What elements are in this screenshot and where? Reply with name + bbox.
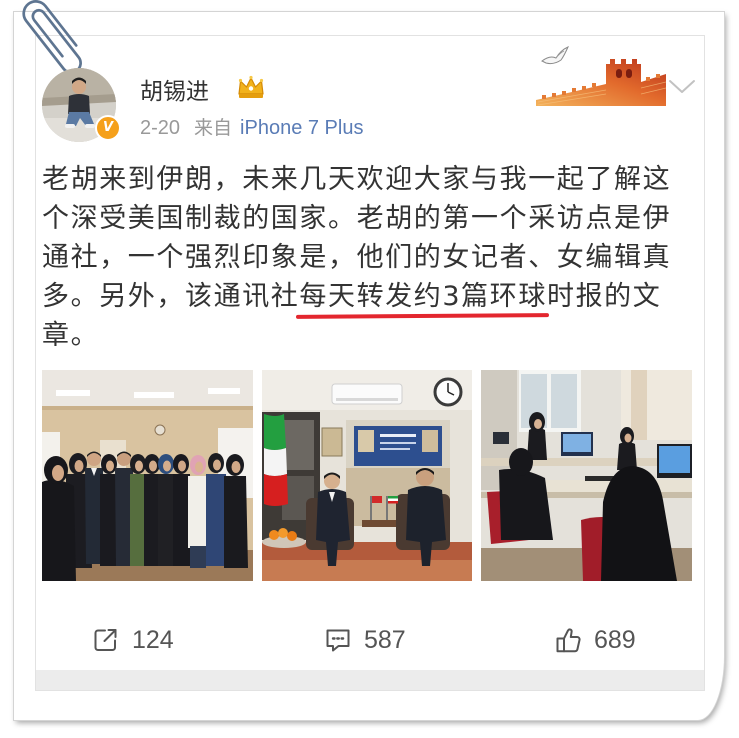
comment-count: 587 (364, 625, 406, 654)
source-prefix: 来自 (194, 117, 233, 139)
group-photo (42, 370, 253, 581)
post-image-2[interactable] (262, 370, 472, 581)
share-icon (94, 629, 117, 651)
post-text-line: 通社，一个强烈印象是，他们的女记者、女编辑真 (42, 242, 672, 273)
repost-button[interactable]: 124 (92, 625, 174, 655)
comment-button[interactable]: 587 (324, 625, 406, 655)
repost-count: 124 (132, 625, 174, 654)
text-before-highlight: 多。另外，该通讯社 (42, 281, 300, 312)
post-card (35, 35, 705, 691)
chevron-down-icon[interactable] (668, 78, 696, 96)
like-count: 689 (594, 625, 636, 654)
newsroom-photo (481, 370, 692, 581)
post-text-line: 个深受美国制裁的国家。老胡的第一个采访点是伊 (42, 203, 672, 234)
post-text-line-highlighted: 多。另外，该通讯社每天转发约3篇环球时报的文 (42, 277, 702, 316)
post-meta: 2-20 来自 iPhone 7 Plus (140, 115, 363, 141)
great-wall-decoration (536, 46, 666, 106)
post-text-line: 老胡来到伊朗，未来几天欢迎大家与我一起了解这 (42, 164, 672, 195)
post-image-1[interactable] (42, 370, 253, 581)
post-image-3[interactable] (481, 370, 692, 581)
feed-separator (36, 670, 704, 690)
verified-v-icon: V (95, 115, 121, 141)
post-body: 老胡来到伊朗，未来几天欢迎大家与我一起了解这 个深受美国制裁的国家。老胡的第一个… (42, 160, 702, 355)
post-date[interactable]: 2-20 (140, 117, 180, 139)
comment-icon (326, 629, 350, 652)
post-text-line: 章。 (42, 320, 100, 351)
underlined-highlight: 每天转发约3篇环球 (299, 281, 547, 312)
meeting-photo (262, 370, 472, 581)
weibo-post-card-screenshot: V 胡锡进 2-20 来自 iPhone 7 Plus 老胡来到伊朗，未来几天欢… (0, 0, 739, 738)
author-name[interactable]: 胡锡进 (140, 77, 209, 107)
thumbs-up-icon (556, 628, 581, 653)
crown-icon[interactable] (236, 73, 266, 101)
like-button[interactable]: 689 (554, 625, 636, 655)
text-after-highlight: 时报的文 (546, 281, 662, 312)
source-link[interactable]: iPhone 7 Plus (240, 117, 363, 139)
dove-icon (541, 46, 569, 65)
